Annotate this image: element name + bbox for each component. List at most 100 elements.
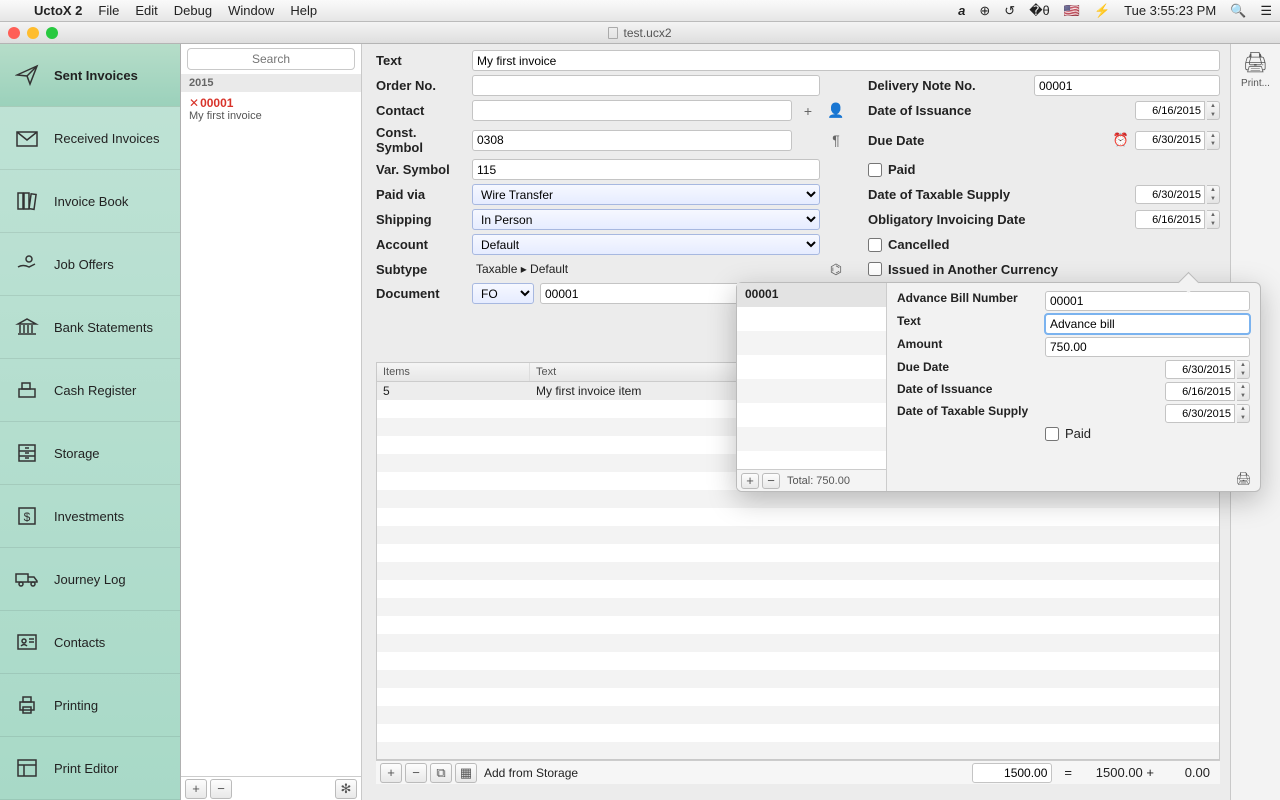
menu-debug[interactable]: Debug <box>174 3 212 18</box>
sidebar-item-sent-invoices[interactable]: Sent Invoices <box>0 44 180 107</box>
paid-checkbox[interactable] <box>868 163 882 177</box>
advance-taxsupply-field[interactable] <box>1165 404 1235 423</box>
sidebar-item-journey-log[interactable]: Journey Log <box>0 548 180 611</box>
var-field[interactable] <box>472 159 820 180</box>
account-select[interactable]: Default <box>472 234 820 255</box>
paidvia-select[interactable]: Wire Transfer <box>472 184 820 205</box>
sidebar-item-job-offers[interactable]: Job Offers <box>0 233 180 296</box>
total-input[interactable] <box>972 763 1052 783</box>
obligatory-stepper[interactable]: ▲▼ <box>1207 210 1220 229</box>
invoice-desc: My first invoice <box>189 110 353 122</box>
alarm-icon[interactable]: ⏰ <box>1113 132 1129 148</box>
delivery-field[interactable] <box>1034 75 1220 96</box>
sync-icon[interactable]: ⊕ <box>979 3 990 19</box>
advance-amount-field[interactable] <box>1045 337 1250 357</box>
grid-item-button[interactable]: ▦ <box>455 763 477 783</box>
label-order: Order No. <box>376 78 466 93</box>
spotlight-icon[interactable]: 🔍 <box>1230 3 1246 19</box>
sidebar-item-bank-statements[interactable]: Bank Statements <box>0 296 180 359</box>
sidebar-item-invoice-book[interactable]: Invoice Book <box>0 170 180 233</box>
taxsupply-stepper[interactable]: ▲▼ <box>1207 185 1220 204</box>
item-text: My first invoice item <box>530 382 647 400</box>
doc-prefix-select[interactable]: FO <box>472 283 534 304</box>
advance-taxsupply-stepper[interactable]: ▲▼ <box>1237 404 1250 423</box>
remove-invoice-button[interactable]: − <box>210 779 232 799</box>
remove-advance-button[interactable]: − <box>762 473 780 489</box>
wifi-icon[interactable]: �θ <box>1029 3 1050 19</box>
issuance-field[interactable] <box>1135 101 1205 120</box>
contact-person-icon[interactable]: 👤 <box>826 101 846 121</box>
paper-plane-icon <box>14 62 40 88</box>
text-field[interactable] <box>472 50 1220 71</box>
cancelled-checkbox[interactable] <box>868 238 882 252</box>
due-stepper[interactable]: ▲▼ <box>1207 131 1220 150</box>
add-invoice-button[interactable]: + <box>185 779 207 799</box>
sidebar-item-contacts[interactable]: Contacts <box>0 611 180 674</box>
menu-file[interactable]: File <box>98 3 119 18</box>
const-field[interactable] <box>472 130 792 151</box>
advance-num-field[interactable] <box>1045 291 1250 311</box>
pop-label-text: Text <box>897 314 1037 334</box>
remove-item-button[interactable]: − <box>405 763 427 783</box>
issuance-stepper[interactable]: ▲▼ <box>1207 101 1220 120</box>
advance-due-field[interactable] <box>1165 360 1235 379</box>
subtype-picker-icon[interactable]: ⌬ <box>826 259 846 279</box>
minimize-window[interactable] <box>27 27 39 39</box>
year-header: 2015 <box>181 74 361 92</box>
advance-issuance-field[interactable] <box>1165 382 1235 401</box>
sidebar-item-print-editor[interactable]: Print Editor <box>0 737 180 800</box>
menubar: UctoX 2 File Edit Debug Window Help a ⊕ … <box>0 0 1280 22</box>
sidebar-label: Contacts <box>54 635 105 650</box>
col-items[interactable]: Items <box>377 363 530 381</box>
menu-edit[interactable]: Edit <box>135 3 157 18</box>
settings-button[interactable]: ✻ <box>335 779 357 799</box>
search-input[interactable] <box>187 48 355 70</box>
advance-bill-row[interactable]: 00001 <box>737 283 886 307</box>
sidebar-item-investments[interactable]: $Investments <box>0 485 180 548</box>
add-advance-button[interactable]: + <box>741 473 759 489</box>
shipping-select[interactable]: In Person <box>472 209 820 230</box>
advance-due-stepper[interactable]: ▲▼ <box>1237 360 1250 379</box>
notifications-icon[interactable]: ☰ <box>1260 3 1272 19</box>
timemachine-icon[interactable]: ↺ <box>1004 3 1015 19</box>
sidebar-label: Investments <box>54 509 124 524</box>
menu-help[interactable]: Help <box>290 3 317 18</box>
pop-label-paid: Paid <box>1065 426 1091 441</box>
advance-print-icon[interactable]: 🖨 <box>1235 471 1252 487</box>
clock[interactable]: Tue 3:55:23 PM <box>1124 3 1216 18</box>
menu-app[interactable]: UctoX 2 <box>34 3 82 18</box>
advance-paid-checkbox[interactable] <box>1045 427 1059 441</box>
copy-item-button[interactable]: ⧉ <box>430 763 452 783</box>
taxsupply-field[interactable] <box>1135 185 1205 204</box>
add-item-button[interactable]: + <box>380 763 402 783</box>
order-field[interactable] <box>472 75 820 96</box>
sidebar-label: Invoice Book <box>54 194 128 209</box>
sidebar-item-received-invoices[interactable]: Received Invoices <box>0 107 180 170</box>
sidebar-item-printing[interactable]: Printing <box>0 674 180 737</box>
close-window[interactable] <box>8 27 20 39</box>
battery-icon[interactable]: ⚡ <box>1094 3 1110 19</box>
label-subtype: Subtype <box>376 262 466 277</box>
const-picker-icon[interactable]: ¶ <box>826 130 846 150</box>
status-icon[interactable]: a <box>958 3 965 18</box>
menu-window[interactable]: Window <box>228 3 274 18</box>
sidebar-item-cash-register[interactable]: Cash Register <box>0 359 180 422</box>
total-calc: 1500.00 + <box>1084 765 1154 780</box>
sidebar-item-storage[interactable]: Storage <box>0 422 180 485</box>
othercur-checkbox[interactable] <box>868 262 882 276</box>
advance-text-field[interactable] <box>1045 314 1250 334</box>
invoice-list-item[interactable]: ✕00001 My first invoice <box>181 92 361 126</box>
contact-field[interactable] <box>472 100 792 121</box>
add-contact-button[interactable]: + <box>798 101 818 121</box>
advance-issuance-stepper[interactable]: ▲▼ <box>1237 382 1250 401</box>
layout-icon <box>14 755 40 781</box>
sidebar-label: Cash Register <box>54 383 136 398</box>
subtype-value: Taxable ▸ Default <box>472 262 820 276</box>
flag-icon[interactable]: 🇺🇸 <box>1064 3 1080 19</box>
zoom-window[interactable] <box>46 27 58 39</box>
due-field[interactable] <box>1135 131 1205 150</box>
add-from-storage[interactable]: Add from Storage <box>484 766 578 780</box>
print-icon[interactable]: 🖨 <box>1231 50 1280 78</box>
obligatory-field[interactable] <box>1135 210 1205 229</box>
print-label: Print... <box>1231 78 1280 89</box>
